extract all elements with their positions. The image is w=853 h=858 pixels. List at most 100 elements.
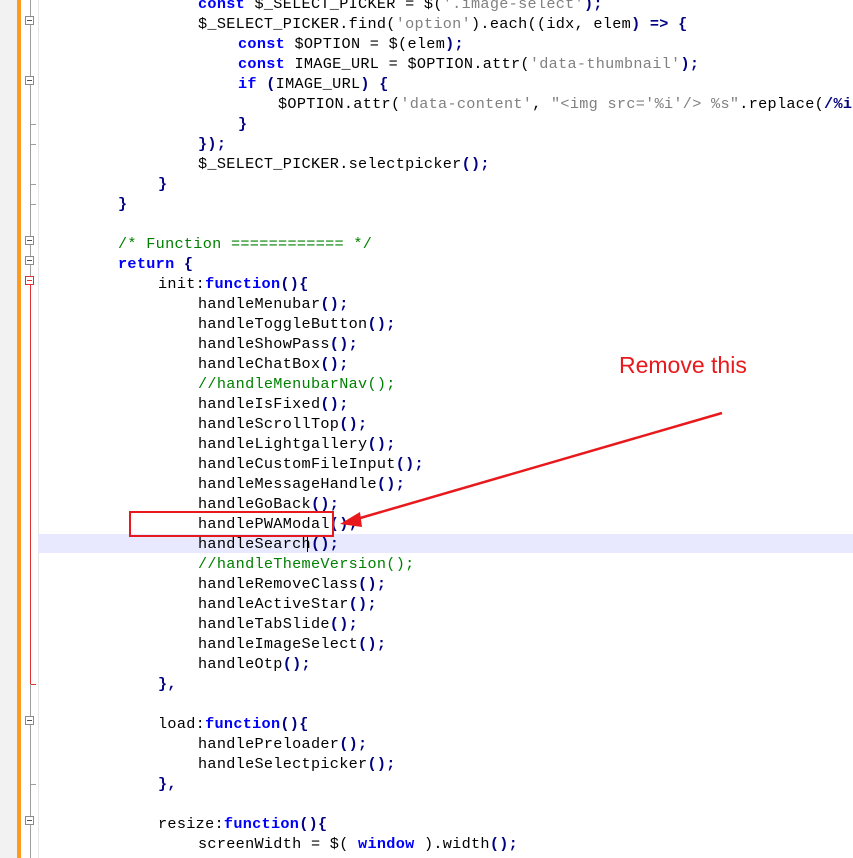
code-line[interactable]: handleCustomFileInput();: [198, 454, 424, 474]
code-line[interactable]: init:function(){: [158, 274, 309, 294]
code-line[interactable]: $_SELECT_PICKER.find('option').each((idx…: [198, 14, 688, 34]
code-token: }: [118, 195, 128, 213]
code-token: resize:: [158, 815, 224, 833]
fold-end-mark: [31, 784, 36, 785]
code-token: ();: [329, 335, 359, 353]
code-line[interactable]: load:function(){: [158, 714, 309, 734]
code-line[interactable]: handleSearch();: [198, 534, 339, 554]
code-token: return: [118, 255, 184, 273]
code-token: window: [358, 835, 415, 853]
code-token: handleLightgallery: [198, 435, 368, 453]
fold-collapse-icon[interactable]: [25, 236, 34, 245]
code-token: init:: [158, 275, 206, 293]
code-token: }: [238, 115, 248, 133]
code-token: handleSearch: [198, 535, 311, 553]
code-token: handleChatBox: [198, 355, 321, 373]
code-line[interactable]: //handleThemeVersion();: [198, 554, 415, 574]
code-token: handleMessageHandle: [198, 475, 377, 493]
code-line[interactable]: handleLightgallery();: [198, 434, 396, 454]
code-token: /* Function ============ */: [118, 235, 373, 253]
code-line[interactable]: }: [118, 194, 127, 214]
code-token: .replace(: [739, 95, 825, 113]
code-line[interactable]: resize:function(){: [158, 814, 327, 834]
code-token: ,: [532, 95, 552, 113]
code-token: const: [198, 0, 255, 13]
code-token: ();: [339, 415, 368, 433]
fold-end-mark: [31, 144, 36, 145]
code-line[interactable]: const IMAGE_URL = $OPTION.attr('data-thu…: [238, 54, 699, 74]
code-line[interactable]: handleIsFixed();: [198, 394, 349, 414]
code-token: });: [198, 135, 227, 153]
code-token: 'data-thumbnail': [529, 55, 681, 73]
fold-end-mark: [31, 204, 36, 205]
code-line[interactable]: handleScrollTop();: [198, 414, 367, 434]
code-token: $_SELECT_PICKER = $(: [254, 0, 443, 13]
fold-collapse-icon[interactable]: [25, 16, 34, 25]
code-token: $_SELECT_PICKER.selectpicker: [198, 155, 462, 173]
code-token: "<img src='%i'/> %s": [551, 95, 740, 113]
code-token: (: [266, 75, 276, 93]
code-line[interactable]: const $_SELECT_PICKER = $('.image-select…: [198, 0, 603, 14]
code-line[interactable]: const $OPTION = $(elem);: [238, 34, 464, 54]
code-line[interactable]: },: [158, 774, 177, 794]
code-token: handleMenubar: [198, 295, 321, 313]
code-line[interactable]: handleTabSlide();: [198, 614, 358, 634]
code-line[interactable]: handleImageSelect();: [198, 634, 386, 654]
code-token: //handleMenubarNav();: [198, 375, 396, 393]
fold-collapse-icon-active[interactable]: [25, 276, 34, 285]
code-token: handleActiveStar: [198, 595, 349, 613]
fold-collapse-icon[interactable]: [25, 76, 34, 85]
code-token: (){: [280, 275, 309, 293]
code-line[interactable]: handleOtp();: [198, 654, 311, 674]
code-line[interactable]: screenWidth = $( window ).width();: [198, 834, 518, 854]
fold-end-mark: [31, 184, 36, 185]
code-token: '.image-select': [442, 0, 584, 13]
code-token: $OPTION = $(elem: [294, 35, 446, 53]
code-line[interactable]: $_SELECT_PICKER.selectpicker();: [198, 154, 490, 174]
code-token: handleToggleButton: [198, 315, 368, 333]
code-line[interactable]: });: [198, 134, 226, 154]
code-line[interactable]: return {: [118, 254, 193, 274]
code-token: idx, elem: [546, 15, 632, 33]
code-token: handleIsFixed: [198, 395, 321, 413]
code-token: handleShowPass: [198, 335, 330, 353]
code-token: ();: [282, 655, 311, 673]
code-line[interactable]: handleActiveStar();: [198, 594, 377, 614]
code-token: const: [238, 35, 295, 53]
code-token: ).each((: [471, 15, 547, 33]
code-token: ();: [329, 515, 359, 533]
code-token: handleImageSelect: [198, 635, 359, 653]
code-line[interactable]: //handleMenubarNav();: [198, 374, 396, 394]
annotation-highlight-box: [129, 511, 334, 537]
fold-collapse-icon[interactable]: [25, 256, 34, 265]
code-editor[interactable]: const $_SELECT_PICKER = $('.image-select…: [38, 0, 853, 858]
code-line[interactable]: }: [158, 174, 167, 194]
code-line[interactable]: handleSelectpicker();: [198, 754, 396, 774]
code-token: ();: [320, 395, 349, 413]
code-token: handleSelectpicker: [198, 755, 368, 773]
code-line[interactable]: handleChatBox();: [198, 354, 349, 374]
code-token: handleRemoveClass: [198, 575, 359, 593]
code-token: function: [223, 815, 300, 833]
fold-collapse-icon[interactable]: [25, 716, 34, 725]
code-token: function: [205, 715, 281, 733]
code-token: ();: [320, 295, 349, 313]
code-line[interactable]: }: [238, 114, 247, 134]
code-line[interactable]: /* Function ============ */: [118, 234, 372, 254]
code-token: ();: [367, 435, 396, 453]
fold-collapse-icon[interactable]: [25, 816, 34, 825]
code-line[interactable]: handlePreloader();: [198, 734, 367, 754]
code-token: ();: [376, 475, 406, 493]
code-line[interactable]: handleShowPass();: [198, 334, 358, 354]
code-line[interactable]: handleToggleButton();: [198, 314, 396, 334]
code-line[interactable]: },: [158, 674, 177, 694]
code-line[interactable]: if (IMAGE_URL) {: [238, 74, 389, 94]
code-line[interactable]: handleMessageHandle();: [198, 474, 405, 494]
code-line[interactable]: $OPTION.attr('data-content', "<img src='…: [278, 94, 853, 114]
code-line[interactable]: handleMenubar();: [198, 294, 349, 314]
code-token: ();: [395, 455, 424, 473]
code-token: ();: [461, 155, 490, 173]
code-line[interactable]: handleRemoveClass();: [198, 574, 386, 594]
line-margin: [0, 0, 17, 858]
code-token: ();: [489, 835, 519, 853]
